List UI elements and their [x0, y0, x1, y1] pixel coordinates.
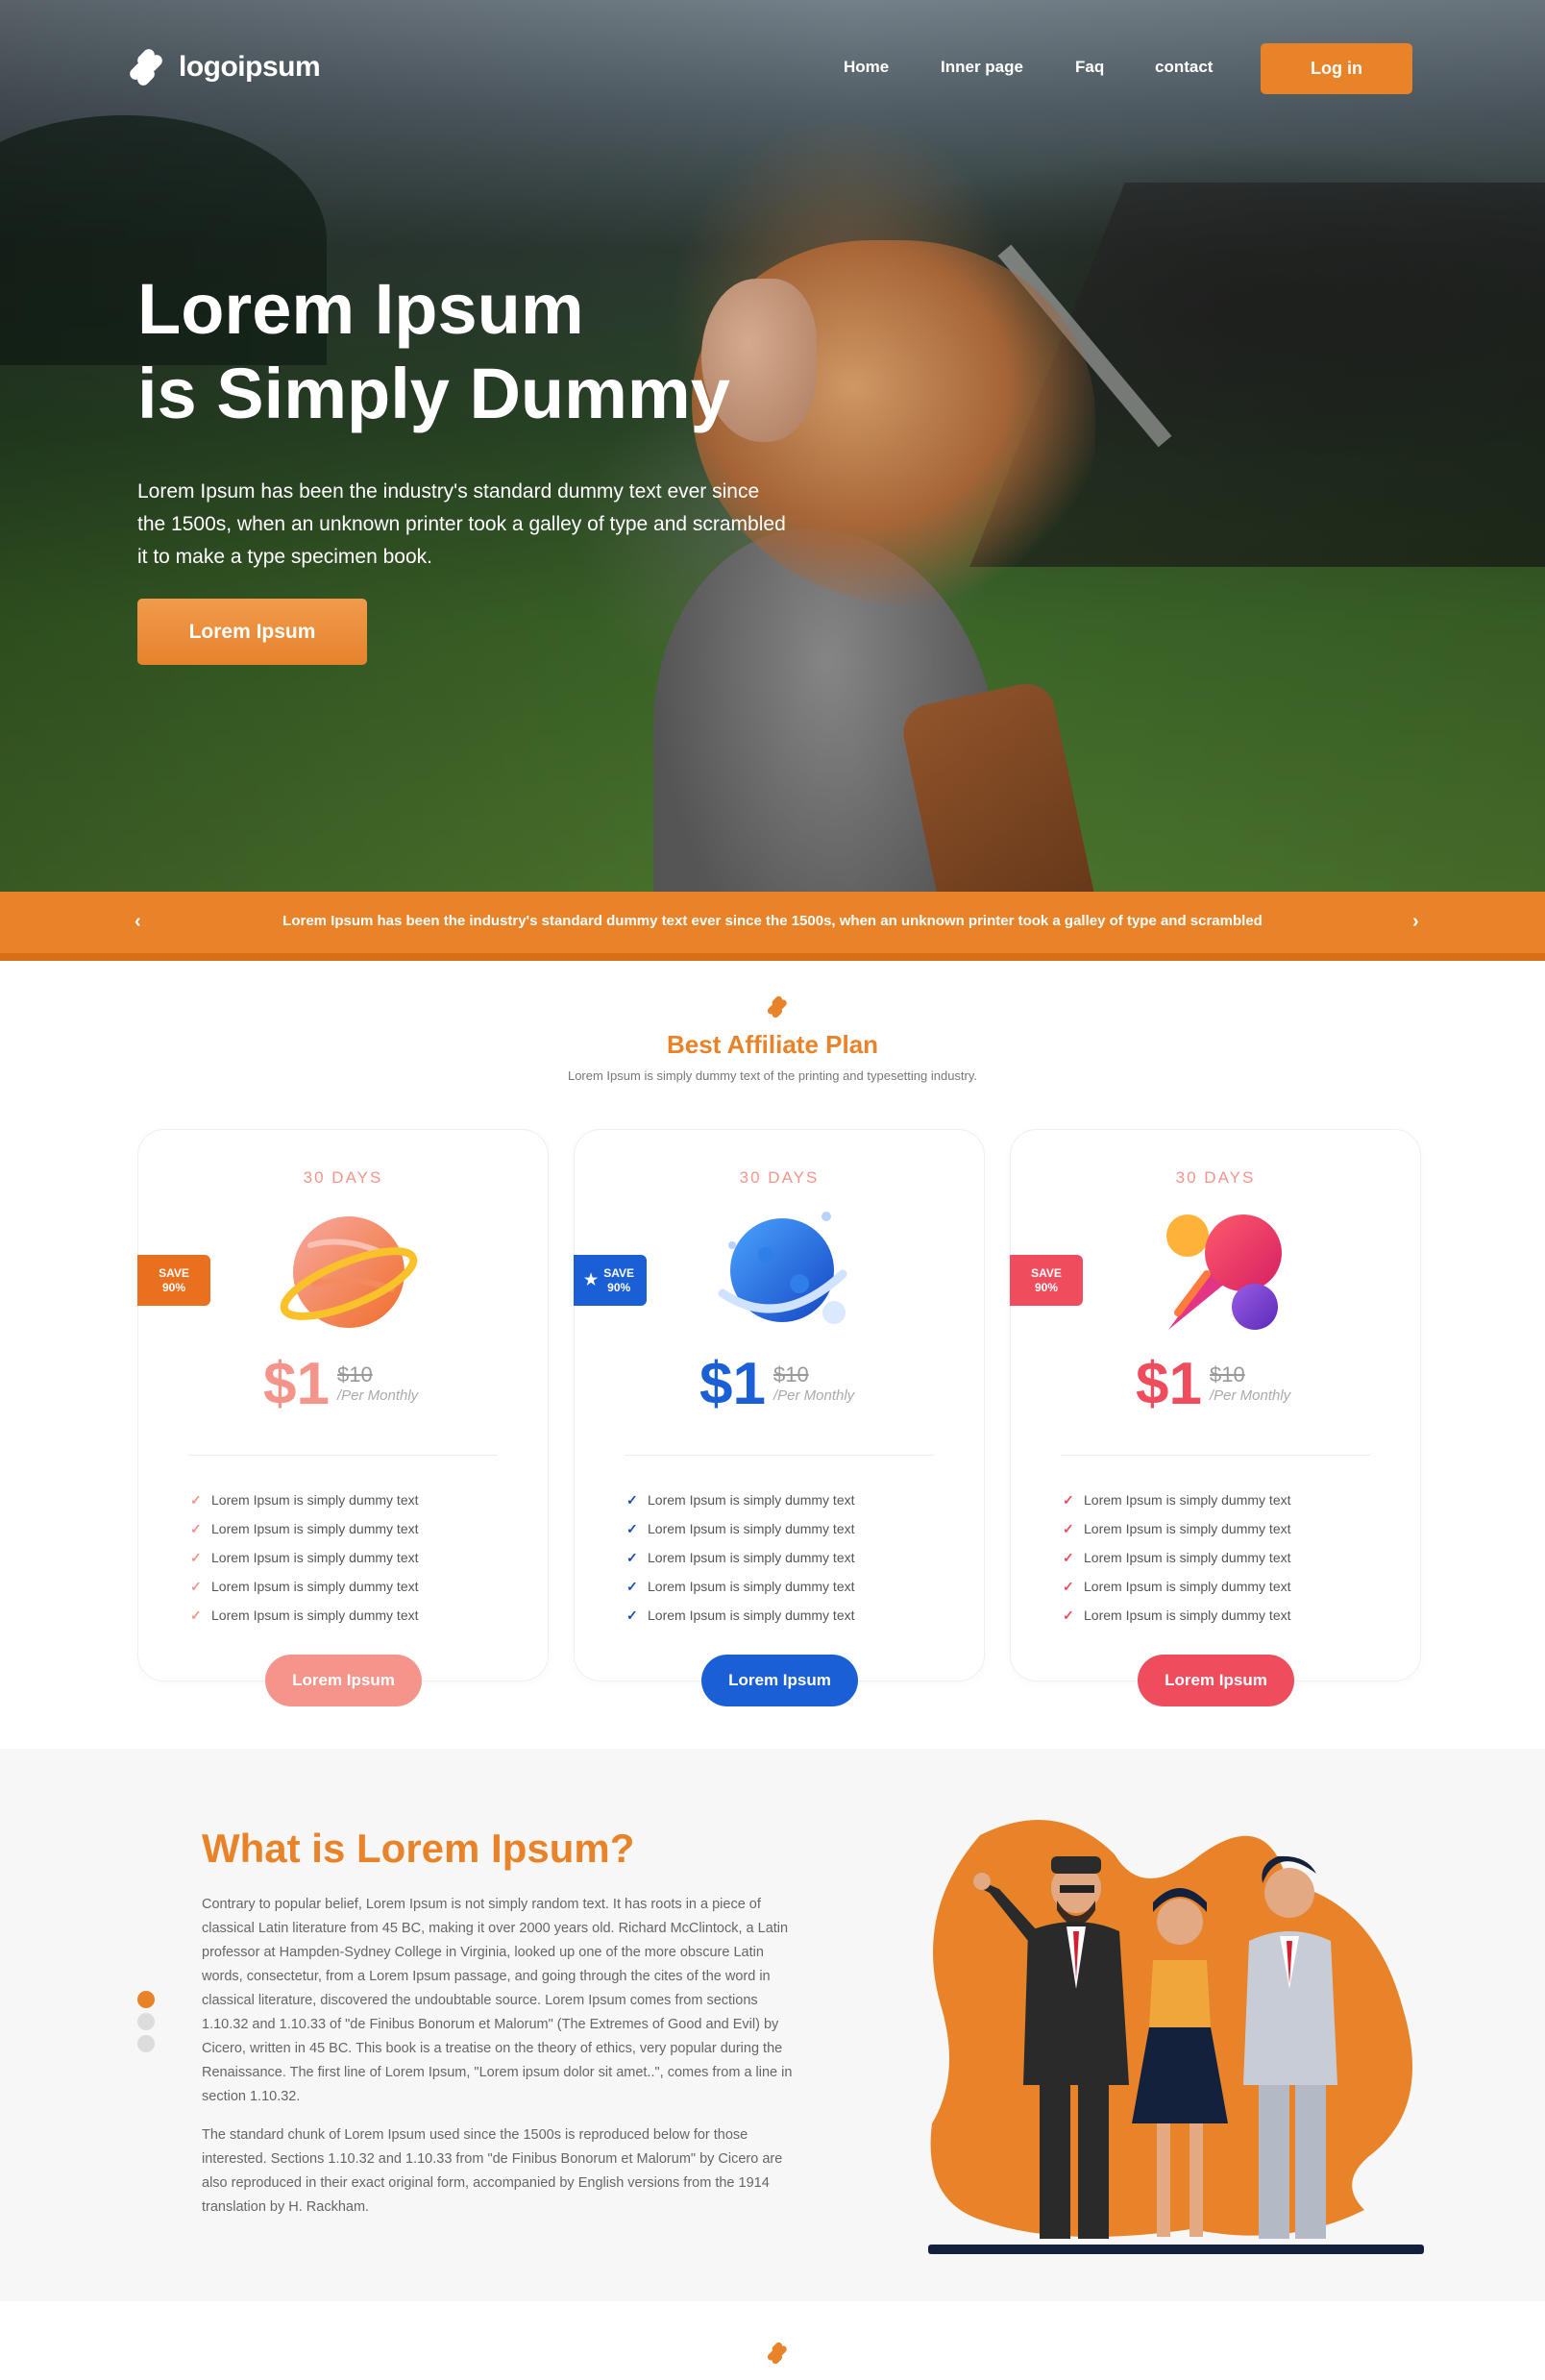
plan-duration: 30 DAYS: [303, 1168, 383, 1187]
check-icon: ✓: [1063, 1520, 1074, 1536]
nav-faq[interactable]: Faq: [1075, 58, 1104, 77]
hero-title: Lorem Ipsum is Simply Dummy: [137, 269, 730, 433]
list-item: ✓ Lorem Ipsum is simply dummy text: [626, 1491, 855, 1509]
hero-section: logoipsum Home Inner page Faq contact Lo…: [0, 0, 1545, 892]
check-icon: ✓: [1063, 1549, 1074, 1565]
section-logo-icon: [767, 995, 787, 1018]
plan-price: $1 $10 /Per Monthly: [699, 1351, 855, 1417]
plan-select-button[interactable]: Lorem Ipsum: [1138, 1655, 1294, 1706]
price-period: /Per Monthly: [772, 1387, 855, 1404]
comet-icon: [1166, 1215, 1282, 1330]
list-item: ✓ Lorem Ipsum is simply dummy text: [190, 1549, 419, 1566]
plan-duration: 30 DAYS: [739, 1168, 820, 1187]
save-badge: ★ SAVE 90%: [574, 1255, 647, 1306]
nav-contact[interactable]: contact: [1155, 58, 1213, 77]
carousel-dot-2[interactable]: [137, 2013, 155, 2030]
planet-icon: [718, 1212, 847, 1324]
plan-duration: 30 DAYS: [1175, 1168, 1256, 1187]
old-price: $10: [336, 1362, 373, 1386]
list-item: ✓ Lorem Ipsum is simply dummy text: [1063, 1578, 1291, 1595]
check-icon: ✓: [190, 1549, 202, 1565]
plans-title: Best Affiliate Plan: [666, 1030, 879, 1059]
logo-icon: [130, 49, 162, 86]
team-illustration: [928, 1820, 1424, 2254]
check-icon: ✓: [626, 1578, 638, 1594]
feature-list: ✓ Lorem Ipsum is simply dummy text ✓ Lorem…: [1063, 1485, 1291, 1630]
feature-list: ✓ Lorem Ipsum is simply dummy text ✓ Lorem…: [190, 1485, 419, 1630]
check-icon: ✓: [190, 1607, 202, 1623]
check-icon: ✓: [1063, 1578, 1074, 1594]
list-item: ✓ Lorem Ipsum is simply dummy text: [190, 1607, 419, 1624]
nav-inner-page[interactable]: Inner page: [941, 58, 1023, 77]
footer-logo-icon: [767, 2342, 787, 2365]
save-badge: SAVE 90%: [1010, 1255, 1083, 1306]
banner-next-arrow-icon[interactable]: ›: [1412, 911, 1419, 933]
feature-list: ✓ Lorem Ipsum is simply dummy text ✓ Lorem…: [626, 1485, 855, 1630]
plan-price: $1 $10 /Per Monthly: [263, 1351, 419, 1417]
check-icon: ✓: [626, 1520, 638, 1536]
carousel-dot-1[interactable]: [137, 1991, 155, 2008]
plan-card-1: 30 DAYS SAVE 90% $1 $10 /Per Monthly ✓ Lo…: [137, 1129, 549, 1706]
logo-text: logoipsum: [179, 51, 321, 83]
plan-price: $1 $10 /Per Monthly: [1136, 1351, 1291, 1417]
announcement-banner: ‹ Lorem Ipsum has been the industry's st…: [0, 892, 1545, 961]
check-icon: ✓: [1063, 1491, 1074, 1508]
list-item: ✓ Lorem Ipsum is simply dummy text: [626, 1520, 855, 1537]
carousel-dot-3[interactable]: [137, 2035, 155, 2052]
hero-description: Lorem Ipsum has been the industry's stan…: [137, 480, 786, 568]
plan-select-button[interactable]: Lorem Ipsum: [265, 1655, 422, 1706]
check-icon: ✓: [190, 1520, 202, 1536]
list-item: ✓ Lorem Ipsum is simply dummy text: [626, 1549, 855, 1566]
check-icon: ✓: [1063, 1607, 1074, 1623]
price-period: /Per Monthly: [1209, 1387, 1291, 1404]
check-icon: ✓: [626, 1607, 638, 1623]
list-item: ✓ Lorem Ipsum is simply dummy text: [190, 1520, 419, 1537]
check-icon: ✓: [190, 1491, 202, 1508]
list-item: ✓ Lorem Ipsum is simply dummy text: [190, 1491, 419, 1509]
check-icon: ✓: [626, 1491, 638, 1508]
hero-cta-button[interactable]: Lorem Ipsum: [137, 599, 367, 665]
top-navigation: logoipsum Home Inner page Faq contact Lo…: [0, 0, 1545, 135]
list-item: ✓ Lorem Ipsum is simply dummy text: [626, 1607, 855, 1624]
save-badge: SAVE 90%: [137, 1255, 210, 1306]
plan-card-3: 30 DAYS SAVE 90% $1 $10 /Per Monthly ✓ Lo…: [1010, 1129, 1421, 1706]
what-paragraph-2: The standard chunk of Lorem Ipsum used s…: [202, 2127, 783, 2215]
star-icon: ★: [583, 1272, 599, 1288]
logo[interactable]: logoipsum: [127, 46, 321, 88]
list-item: ✓ Lorem Ipsum is simply dummy text: [1063, 1520, 1291, 1537]
plans-subtitle: Lorem Ipsum is simply dummy text of the …: [567, 1068, 978, 1083]
nav-home[interactable]: Home: [844, 58, 889, 77]
list-item: ✓ Lorem Ipsum is simply dummy text: [190, 1578, 419, 1595]
what-paragraph-1: Contrary to popular belief, Lorem Ipsum …: [202, 1897, 793, 2104]
list-item: ✓ Lorem Ipsum is simply dummy text: [1063, 1607, 1291, 1624]
what-is-section: What is Lorem Ipsum? Contrary to popular…: [0, 1749, 1545, 2301]
list-item: ✓ Lorem Ipsum is simply dummy text: [626, 1578, 855, 1595]
check-icon: ✓: [190, 1578, 202, 1594]
old-price: $10: [1209, 1362, 1245, 1386]
planet-icon: [280, 1216, 418, 1328]
what-title: What is Lorem Ipsum?: [202, 1826, 635, 1871]
list-item: ✓ Lorem Ipsum is simply dummy text: [1063, 1549, 1291, 1566]
login-button[interactable]: Log in: [1261, 43, 1412, 94]
check-icon: ✓: [626, 1549, 638, 1565]
list-item: ✓ Lorem Ipsum is simply dummy text: [1063, 1491, 1291, 1509]
plan-select-button[interactable]: Lorem Ipsum: [701, 1655, 858, 1706]
old-price: $10: [772, 1362, 809, 1386]
plan-card-2: 30 DAYS ★ SAVE 90% $1 $10 /Per Monthly ✓…: [574, 1129, 985, 1706]
banner-text: Lorem Ipsum has been the industry's stan…: [282, 913, 1263, 929]
price-period: /Per Monthly: [336, 1387, 419, 1404]
